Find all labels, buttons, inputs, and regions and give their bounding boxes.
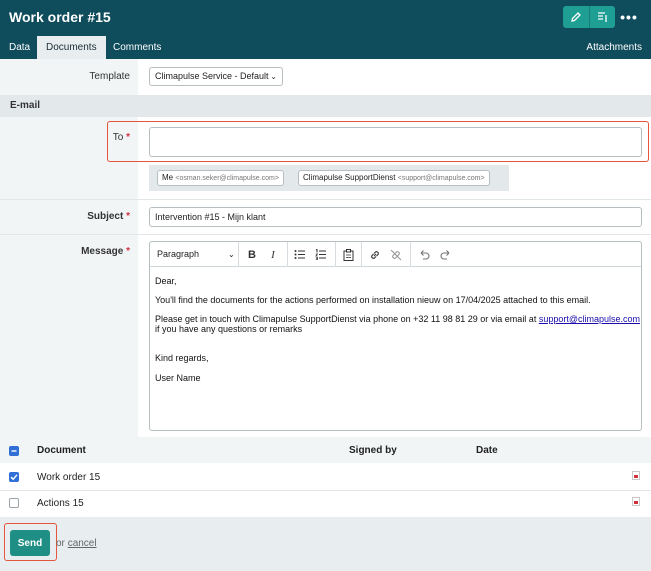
row-checkbox[interactable] — [9, 498, 19, 508]
pdf-icon[interactable] — [632, 471, 640, 480]
column-signed-by[interactable]: Signed by — [349, 445, 397, 456]
support-email-link[interactable]: support@climapulse.com — [539, 314, 640, 324]
checkmark-icon — [10, 474, 18, 481]
bold-icon[interactable]: B — [242, 242, 262, 267]
attachments-link[interactable]: Attachments — [586, 36, 642, 59]
message-line: User Name — [155, 373, 201, 383]
documents-table-header: Document Signed by Date — [0, 437, 651, 463]
template-selected-value: Climapulse Service - Default — [155, 71, 269, 81]
italic-icon[interactable]: I — [263, 242, 283, 267]
signature-list-icon — [597, 12, 607, 22]
form-footer — [0, 517, 651, 571]
message-label-cell: Message * — [0, 235, 138, 437]
toolbar-separator — [361, 242, 362, 267]
edit-button[interactable] — [563, 6, 589, 28]
message-line: Kind regards, — [155, 353, 209, 363]
unlink-icon[interactable] — [386, 242, 406, 267]
toolbar-separator — [410, 242, 411, 267]
tab-bar: Data Documents Comments Attachments — [0, 36, 651, 59]
app-header: Work order #15 ••• — [0, 0, 651, 36]
cancel-area: or cancel — [56, 538, 97, 549]
toolbar-separator — [335, 242, 336, 267]
template-select[interactable]: Climapulse Service - Default ⌄ — [149, 67, 283, 86]
link-icon[interactable] — [365, 242, 385, 267]
message-label: Message * — [81, 246, 130, 257]
header-action-group — [563, 6, 615, 28]
editor-toolbar: Paragraph ⌄ B I — [150, 242, 641, 267]
email-section-header: E-mail — [0, 95, 651, 117]
paragraph-style-select[interactable]: Paragraph ⌄ — [157, 242, 239, 267]
recipient-chip-me[interactable]: Me <osman.seker@climapulse.com> — [157, 170, 284, 186]
subject-label: Subject * — [87, 211, 130, 222]
to-input-highlight — [148, 121, 649, 162]
message-line: if you have any questions or remarks — [155, 324, 303, 334]
minus-icon — [11, 450, 17, 452]
pencil-icon — [571, 12, 581, 22]
tab-data[interactable]: Data — [0, 36, 39, 59]
divider — [0, 490, 651, 491]
column-document[interactable]: Document — [37, 445, 86, 456]
tab-comments[interactable]: Comments — [104, 36, 170, 59]
select-all-checkbox[interactable] — [9, 446, 19, 456]
message-editor[interactable]: Paragraph ⌄ B I Dear, You'll find the do… — [149, 241, 642, 431]
to-label-highlight — [107, 121, 149, 162]
subject-input[interactable]: Intervention #15 - Mijn klant — [149, 207, 642, 227]
row-checkbox[interactable] — [9, 472, 19, 482]
chevron-down-icon: ⌄ — [270, 72, 277, 81]
paste-icon[interactable] — [338, 242, 358, 267]
message-line: Dear, — [155, 276, 177, 286]
message-line: You'll find the documents for the action… — [155, 295, 591, 305]
page-title: Work order #15 — [9, 9, 111, 25]
undo-icon[interactable] — [414, 242, 434, 267]
toolbar-separator — [238, 242, 239, 267]
bulleted-list-icon[interactable] — [290, 242, 310, 267]
document-name[interactable]: Work order 15 — [37, 472, 100, 483]
pdf-icon[interactable] — [632, 497, 640, 506]
template-label-cell: Template — [0, 59, 138, 95]
numbered-list-icon[interactable] — [311, 242, 331, 267]
chevron-down-icon: ⌄ — [228, 250, 235, 259]
more-options-icon[interactable]: ••• — [618, 6, 640, 28]
recipient-chip-support[interactable]: Climapulse SupportDienst <support@climap… — [298, 170, 490, 186]
email-section-title: E-mail — [10, 100, 41, 111]
tab-documents[interactable]: Documents — [37, 36, 106, 59]
column-date[interactable]: Date — [476, 445, 498, 456]
recipient-suggestions: Me <osman.seker@climapulse.com> Climapul… — [149, 165, 509, 191]
send-button-highlight — [4, 523, 57, 561]
signature-button[interactable] — [589, 6, 615, 28]
cancel-link[interactable]: cancel — [68, 538, 97, 549]
document-name[interactable]: Actions 15 — [37, 498, 84, 509]
toolbar-separator — [287, 242, 288, 267]
template-label: Template — [89, 71, 130, 82]
redo-icon[interactable] — [436, 242, 456, 267]
subject-label-cell: Subject * — [0, 200, 138, 234]
